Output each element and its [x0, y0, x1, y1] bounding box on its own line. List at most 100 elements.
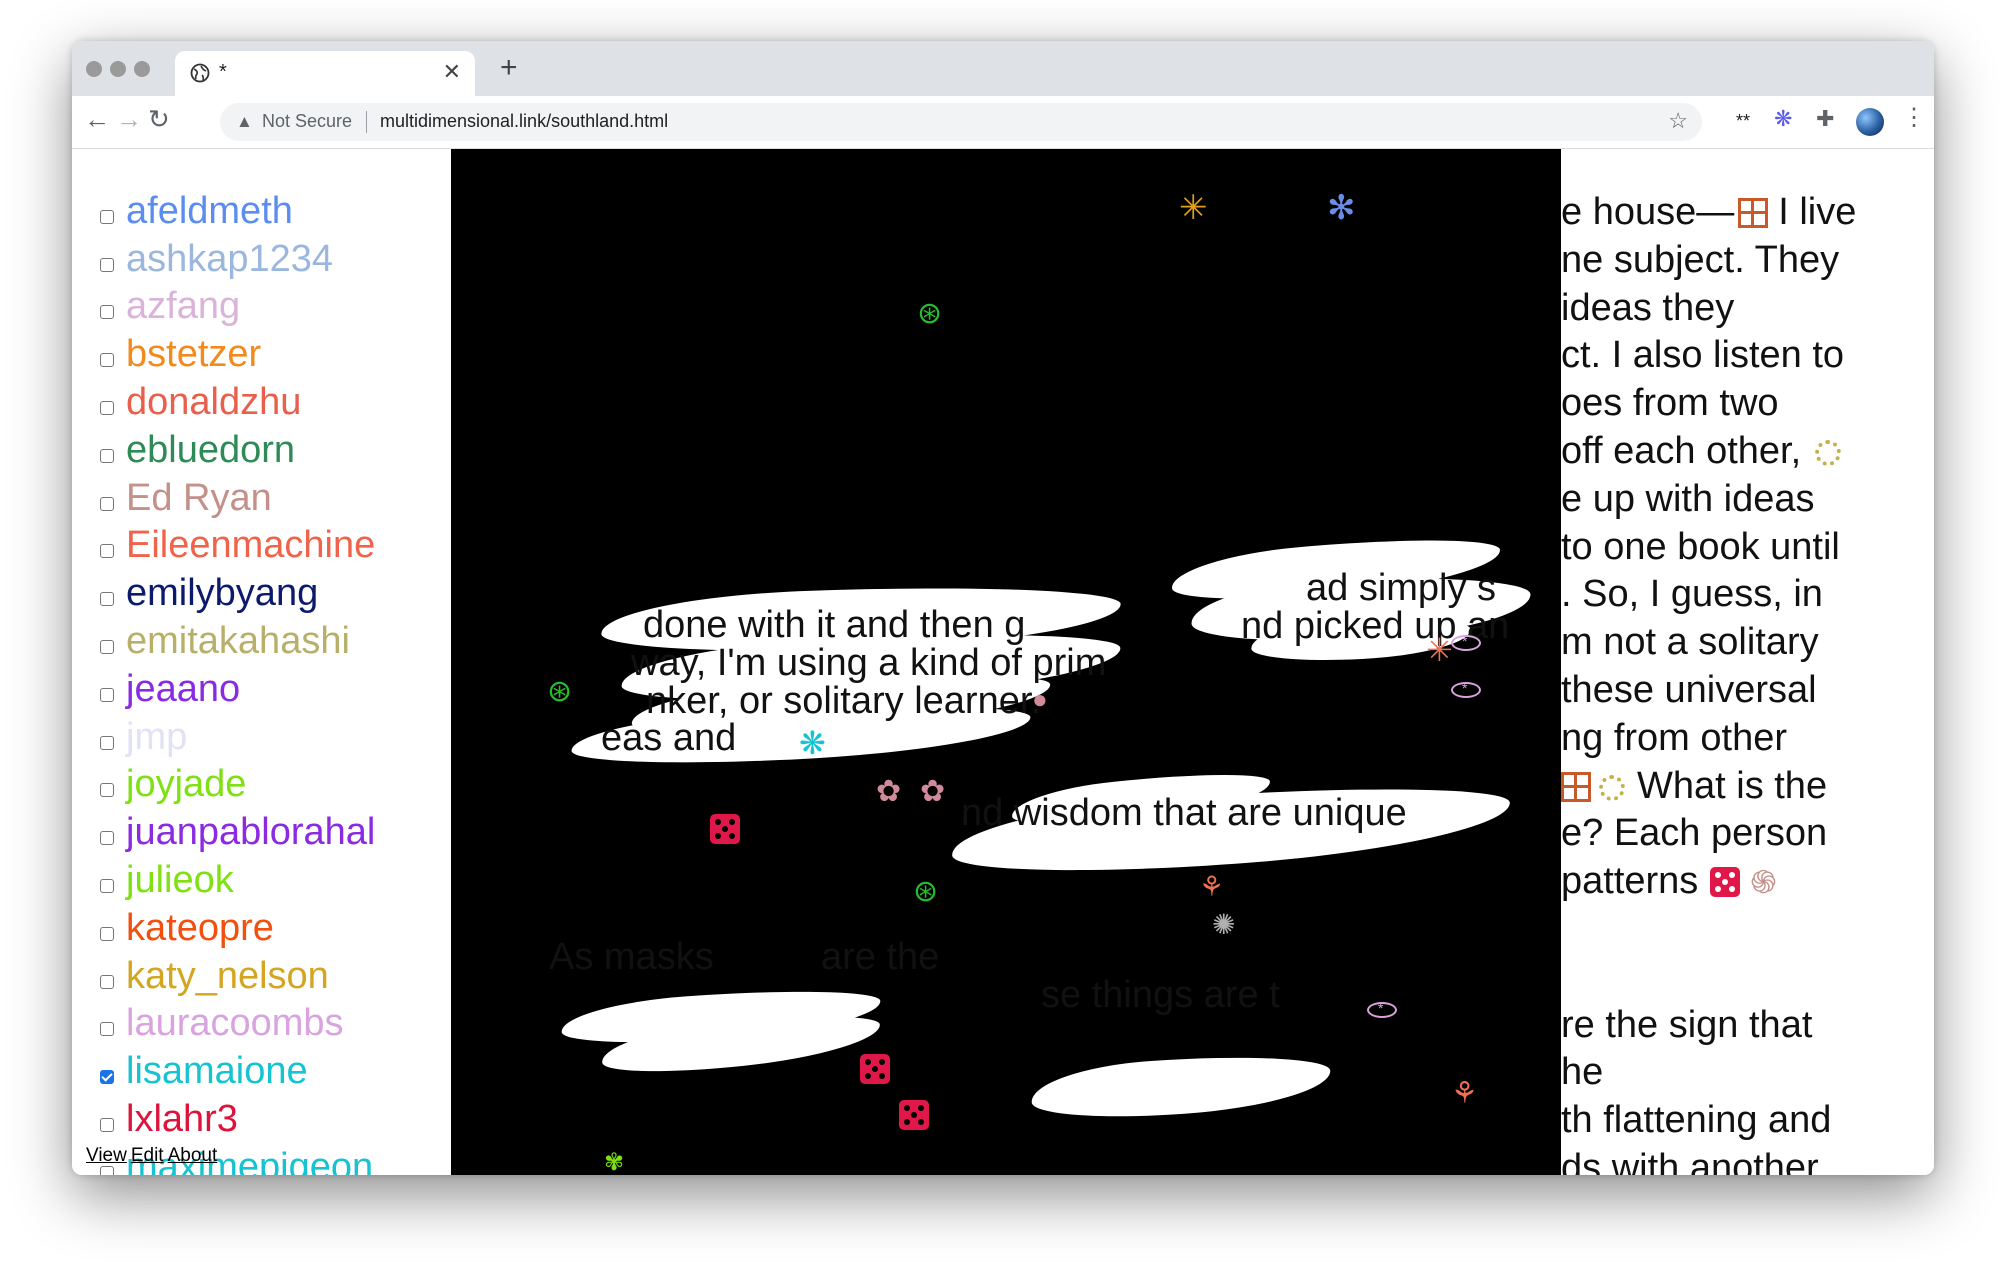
user-name[interactable]: lxlahr3	[126, 1100, 238, 1138]
user-checkbox[interactable]	[100, 448, 114, 463]
user-row[interactable]: julieok	[100, 856, 430, 904]
user-row[interactable]: lxlahr3	[100, 1095, 430, 1143]
user-checkbox[interactable]	[100, 1118, 114, 1133]
user-row[interactable]: Eileenmachine	[100, 522, 430, 570]
new-tab-button[interactable]: +	[500, 53, 518, 83]
arrow-left-icon[interactable]: ←	[84, 106, 110, 132]
essay-line-text: th flattening and	[1561, 1099, 1832, 1142]
user-row[interactable]: juanpablorahal	[100, 808, 430, 856]
user-name[interactable]: afeldmeth	[126, 192, 293, 230]
user-name[interactable]: ebluedorn	[126, 431, 295, 469]
about-link[interactable]: About	[168, 1145, 218, 1166]
user-row[interactable]: lisamaione	[100, 1047, 430, 1095]
security-label[interactable]: Not Secure	[262, 111, 352, 132]
user-checkbox[interactable]	[100, 353, 114, 368]
user-row[interactable]: afeldmeth	[100, 187, 430, 235]
snowflake-extension-icon[interactable]: ❋	[1774, 108, 1792, 130]
arrow-right-icon[interactable]: →	[116, 106, 142, 132]
scribble-text: done with it and then g	[643, 604, 1026, 646]
user-name[interactable]: katy_nelson	[126, 957, 329, 995]
flower-stamp-icon: ●	[1032, 684, 1048, 714]
essay-line-text: ct. I also listen to	[1561, 334, 1845, 377]
user-checkbox[interactable]	[100, 735, 114, 750]
user-checkbox[interactable]	[100, 1070, 114, 1085]
user-checkbox[interactable]	[100, 209, 114, 224]
user-checkbox[interactable]	[100, 879, 114, 894]
user-checkbox[interactable]	[100, 783, 114, 798]
user-name[interactable]: jmp	[126, 718, 187, 756]
dice-glyph-icon	[1710, 867, 1741, 898]
warning-icon: ▲	[236, 112, 253, 131]
reload-icon[interactable]: ↻	[148, 106, 170, 132]
user-name[interactable]: Eileenmachine	[126, 526, 375, 564]
user-row[interactable]: bstetzer	[100, 330, 430, 378]
user-name[interactable]: azfang	[126, 287, 240, 325]
address-bar[interactable]: ▲ Not Secure multidimensional.link/south…	[220, 103, 1702, 141]
user-checkbox[interactable]	[100, 401, 114, 416]
user-name[interactable]: ashkap1234	[126, 240, 333, 278]
user-name[interactable]: lisamaione	[126, 1052, 308, 1090]
user-name[interactable]: emilybyang	[126, 574, 318, 612]
user-checkbox[interactable]	[100, 926, 114, 941]
user-name[interactable]: kateopre	[126, 909, 274, 947]
essay-line: What is the	[1561, 763, 1856, 811]
user-checkbox[interactable]	[100, 687, 114, 702]
user-checkbox[interactable]	[100, 974, 114, 989]
user-row[interactable]: emilybyang	[100, 569, 430, 617]
eye-stamp-icon	[1367, 1000, 1397, 1018]
user-row[interactable]: jeaano	[100, 665, 430, 713]
essay-line: these universal	[1561, 667, 1856, 715]
user-name[interactable]: donaldzhu	[126, 383, 301, 421]
user-row[interactable]: azfang	[100, 283, 430, 331]
user-name[interactable]: Ed Ryan	[126, 479, 272, 517]
user-row[interactable]: jmp	[100, 713, 430, 761]
drawing-canvas[interactable]: done with it and then g nd picked up an …	[451, 149, 1561, 1175]
avatar[interactable]	[1856, 108, 1884, 136]
edit-link[interactable]: Edit	[131, 1145, 164, 1166]
user-row[interactable]: katy_nelson	[100, 952, 430, 1000]
essay-line: . So, I guess, in	[1561, 571, 1856, 619]
user-name[interactable]: emitakahashi	[126, 622, 350, 660]
user-row[interactable]: joyjade	[100, 761, 430, 809]
user-row[interactable]: ebluedorn	[100, 426, 430, 474]
user-row[interactable]: kateopre	[100, 904, 430, 952]
user-checkbox[interactable]	[100, 257, 114, 272]
browser-tab[interactable]: * ✕	[175, 51, 475, 96]
user-row[interactable]: lauracoombs	[100, 1000, 430, 1048]
user-name[interactable]: lauracoombs	[126, 1004, 344, 1042]
close-window-button[interactable]	[86, 61, 102, 77]
essay-line: ng from other	[1561, 715, 1856, 763]
user-name[interactable]: juanpablorahal	[126, 813, 375, 851]
user-checkbox[interactable]	[100, 544, 114, 559]
user-checkbox[interactable]	[100, 640, 114, 655]
user-checkbox[interactable]	[100, 1022, 114, 1037]
essay-line-text: he	[1561, 1051, 1604, 1094]
kebab-menu-icon[interactable]: ⋮	[1902, 106, 1926, 130]
user-checkbox[interactable]	[100, 1165, 114, 1175]
asterisk-extension-icon[interactable]: **	[1736, 112, 1750, 130]
puzzle-icon[interactable]: ✚	[1816, 108, 1834, 130]
view-link[interactable]: View	[86, 1145, 127, 1166]
essay-line-text: m not a solitary	[1561, 621, 1819, 664]
sun-glyph-icon	[1599, 774, 1625, 801]
user-checkbox[interactable]	[100, 831, 114, 846]
maximize-window-button[interactable]	[134, 61, 150, 77]
user-checkbox[interactable]	[100, 592, 114, 607]
url-text[interactable]: multidimensional.link/southland.html	[380, 111, 668, 132]
essay-line: ideas they	[1561, 285, 1856, 333]
user-checkbox[interactable]	[100, 305, 114, 320]
user-row[interactable]: emitakahashi	[100, 617, 430, 665]
minimize-window-button[interactable]	[110, 61, 126, 77]
user-row[interactable]: Ed Ryan	[100, 474, 430, 522]
essay-line-text: oes from two	[1561, 382, 1779, 425]
star-icon[interactable]: ☆	[1668, 108, 1688, 134]
essay-line-text: e house—	[1561, 191, 1735, 233]
user-row[interactable]: ashkap1234	[100, 235, 430, 283]
user-name[interactable]: bstetzer	[126, 335, 261, 373]
user-name[interactable]: jeaano	[126, 670, 240, 708]
user-checkbox[interactable]	[100, 496, 114, 511]
tab-close-icon[interactable]: ✕	[443, 59, 461, 85]
user-name[interactable]: julieok	[126, 861, 234, 899]
user-name[interactable]: joyjade	[126, 765, 246, 803]
user-row[interactable]: donaldzhu	[100, 378, 430, 426]
